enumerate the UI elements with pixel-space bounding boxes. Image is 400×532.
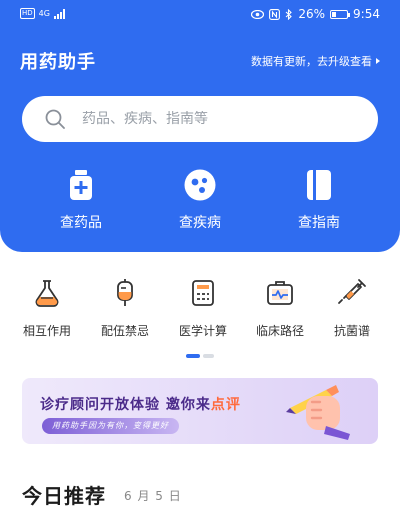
network-indicator: HD 4G <box>20 8 65 19</box>
fist-pencil-icon <box>286 385 350 440</box>
tool-label: 配伍禁忌 <box>100 324 149 338</box>
virus-icon <box>184 169 216 201</box>
recommend-title: 今日推荐 <box>22 484 106 508</box>
nfc-icon <box>269 8 281 20</box>
search-input[interactable] <box>82 111 342 127</box>
tool-label: 相互作用 <box>22 324 71 338</box>
pager-dot-active <box>186 354 200 358</box>
search-bar[interactable] <box>22 96 378 142</box>
banner-headline-main: 诊疗顾问开放体验 邀你来 <box>40 397 211 413</box>
tool-calculator[interactable]: 医学计算 <box>163 278 243 339</box>
header-panel: HD 4G 26% 9:54 用药助手 数据有更新，去升级查看 药品、疾病、指南… <box>0 0 400 252</box>
quick-action-label: 查指南 <box>298 215 340 231</box>
battery-icon <box>330 9 351 19</box>
tool-interaction[interactable]: 相互作用 <box>7 278 87 339</box>
guide-book-icon <box>307 170 331 200</box>
tools-pager <box>186 354 214 358</box>
quick-action-label: 查药品 <box>60 215 102 231</box>
banner-headline: 诊疗顾问开放体验 邀你来点评 <box>40 394 241 414</box>
clock: 9:54 <box>353 7 380 21</box>
pager-dot <box>203 354 214 358</box>
status-bar: HD 4G 26% 9:54 <box>0 0 400 30</box>
tool-label: 医学计算 <box>178 324 227 338</box>
banner-subline: 用药助手因为有你，变得更好 <box>42 418 179 434</box>
tool-label: 抗菌谱 <box>333 324 370 338</box>
flask-icon <box>35 280 59 307</box>
tool-antibacterial[interactable]: 抗菌谱 <box>312 278 392 339</box>
calculator-icon <box>192 280 214 306</box>
chevron-right-icon <box>376 58 380 64</box>
status-right: 26% 9:54 <box>251 7 380 21</box>
promo-banner[interactable]: 诊疗顾问开放体验 邀你来点评 用药助手因为有你，变得更好 <box>22 378 378 444</box>
search-icon <box>45 109 65 129</box>
quick-action-disease[interactable]: 查疾病 <box>155 168 245 232</box>
quick-action-guide[interactable]: 查指南 <box>274 168 364 232</box>
medical-case-icon <box>267 281 293 305</box>
eye-icon <box>251 9 265 19</box>
network-label: HD <box>20 8 35 19</box>
iv-bag-icon <box>117 279 133 306</box>
syringe-icon <box>338 279 366 304</box>
update-link[interactable]: 数据有更新，去升级查看 <box>251 53 380 69</box>
medicine-bottle-icon <box>70 170 92 200</box>
update-link-label: 数据有更新，去升级查看 <box>251 55 372 68</box>
signal-icon <box>53 8 65 19</box>
quick-action-label: 查疾病 <box>179 215 221 231</box>
app-title: 用药助手 <box>20 52 96 73</box>
banner-headline-accent: 点评 <box>210 397 241 413</box>
tool-compatibility[interactable]: 配伍禁忌 <box>85 278 165 339</box>
tool-label: 临床路径 <box>255 324 304 338</box>
recommend-date: 6 月 5 日 <box>124 489 182 503</box>
quick-action-medicine[interactable]: 查药品 <box>36 168 126 232</box>
network-type: 4G <box>38 9 50 18</box>
bluetooth-icon <box>286 8 293 20</box>
tool-clinical-path[interactable]: 临床路径 <box>240 278 320 339</box>
battery-percent: 26% <box>298 7 326 21</box>
